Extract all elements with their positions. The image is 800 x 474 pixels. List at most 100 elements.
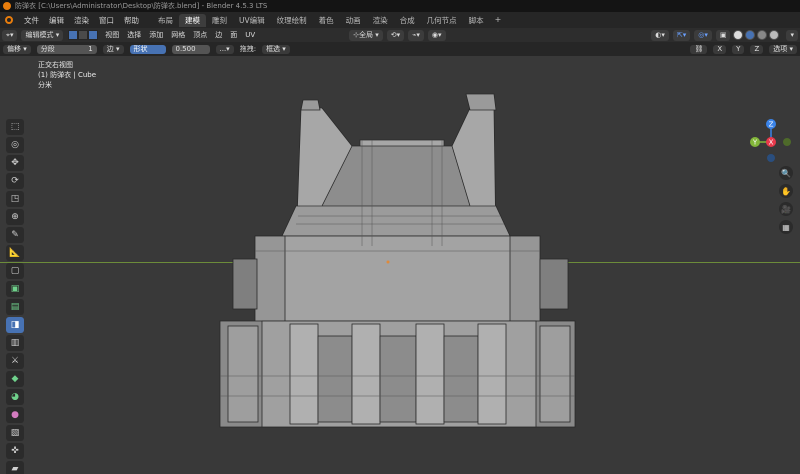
options-label: 选项 — [773, 45, 788, 53]
mirror-lock-icon[interactable]: ⛓ — [690, 44, 708, 54]
neg-z-axis-icon — [767, 154, 775, 162]
cursor-tool-icon[interactable]: ◎ — [6, 137, 24, 153]
tab-texture-paint[interactable]: 纹理绘制 — [271, 14, 313, 27]
shrink-fatten-tool-icon[interactable]: ✜ — [6, 443, 24, 459]
offset-type-select[interactable]: 偏移 ▾ — [3, 44, 31, 54]
proportional-edit-toggle[interactable]: ◉▾ — [427, 29, 446, 41]
drag-select[interactable]: 框选 ▾ — [262, 44, 290, 54]
add-workspace-button[interactable]: + — [490, 14, 507, 27]
measure-tool-icon[interactable]: 📐 — [6, 245, 24, 261]
menu-edge[interactable]: 边 — [211, 30, 226, 40]
snap-toggle[interactable]: ⌁▾ — [408, 29, 424, 41]
xray-toggle[interactable]: ▣ — [715, 29, 731, 41]
add-cube-tool-icon[interactable]: ▢ — [6, 263, 24, 279]
shear-tool-icon[interactable]: ▰ — [6, 461, 24, 474]
3d-viewport[interactable]: 正交右视图 (1) 防弹衣 | Cube 分米 ⬚ ◎ ✥ ⟳ ◳ ⊕ ✎ 📐 … — [0, 56, 800, 474]
tool-shelf: ⬚ ◎ ✥ ⟳ ◳ ⊕ ✎ 📐 ▢ ▣ ▤ ◨ ▥ ⚔ ◆ ◕ ● ▧ ✜ ▰ … — [4, 118, 26, 474]
tab-sculpt[interactable]: 雕刻 — [206, 14, 233, 27]
loop-cut-tool-icon[interactable]: ▥ — [6, 335, 24, 351]
zoom-icon[interactable]: 🔍 — [779, 166, 793, 180]
tab-uv-editing[interactable]: UV编辑 — [233, 14, 271, 27]
spin-tool-icon[interactable]: ◕ — [6, 389, 24, 405]
shading-popover[interactable]: ▾ — [786, 29, 798, 41]
smooth-tool-icon[interactable]: ● — [6, 407, 24, 423]
origin-dot — [386, 260, 390, 264]
extrude-tool-icon[interactable]: ▣ — [6, 281, 24, 297]
neg-y-axis-icon — [783, 138, 791, 146]
rotate-tool-icon[interactable]: ⟳ — [6, 173, 24, 189]
editor-type-button[interactable]: ⌖▾ — [2, 29, 18, 41]
mode-select[interactable]: 编辑模式 ▾ — [21, 29, 64, 41]
edge-slide-tool-icon[interactable]: ▧ — [6, 425, 24, 441]
navigation-gizmo[interactable]: Z Y X — [748, 114, 794, 166]
mirror-x-toggle[interactable]: X — [713, 44, 727, 54]
edge-select-icon[interactable] — [78, 30, 89, 40]
affect-select[interactable]: 边 ▾ — [102, 44, 124, 54]
top-menu-bar: 文件 编辑 渲染 窗口 帮助 布局 建模 雕刻 UV编辑 纹理绘制 着色 动画 … — [0, 12, 800, 28]
segments-label: 分段 — [40, 45, 55, 53]
tool-settings-bar: 偏移 ▾ 分段 1 边 ▾ 形状 0.500 ...▾ 拖拽: 框选 ▾ ⛓ X … — [0, 42, 800, 56]
window-title: 防弹衣 [C:\Users\Administrator\Desktop\防弹衣.… — [15, 2, 268, 10]
z-axis-label: Z — [769, 121, 774, 129]
inset-tool-icon[interactable]: ▤ — [6, 299, 24, 315]
menu-render[interactable]: 渲染 — [69, 15, 94, 26]
menu-file[interactable]: 文件 — [19, 15, 44, 26]
knife-tool-icon[interactable]: ⚔ — [6, 353, 24, 369]
viewport-header: ⌖▾ 编辑模式 ▾ 视图 选择 添加 网格 顶点 边 面 UV ⊹ 全局 ▾ ⟲… — [0, 28, 800, 42]
mirror-y-toggle[interactable]: Y — [732, 44, 745, 54]
tab-modeling[interactable]: 建模 — [179, 13, 206, 27]
annotate-tool-icon[interactable]: ✎ — [6, 227, 24, 243]
visibility-select[interactable]: ◐▾ — [651, 29, 669, 41]
orientation-label: 全局 — [359, 31, 374, 39]
tab-layout[interactable]: 布局 — [152, 14, 179, 27]
blender-menu-icon[interactable] — [4, 15, 16, 25]
overlay-toggle[interactable]: ◎▾ — [694, 29, 712, 41]
gizmo-toggle[interactable]: ⇱▾ — [672, 29, 691, 41]
material-shading-icon[interactable] — [757, 30, 768, 40]
affect-label: 边 — [106, 45, 114, 53]
options-button[interactable]: 选项 ▾ — [769, 44, 797, 54]
offset-label: 偏移 — [7, 45, 21, 53]
select-mode-group — [68, 30, 99, 40]
menu-view[interactable]: 视图 — [101, 30, 123, 40]
menu-add[interactable]: 添加 — [145, 30, 167, 40]
tab-compositing[interactable]: 合成 — [394, 14, 421, 27]
pivot-point-select[interactable]: ⟲▾ — [386, 29, 405, 41]
select-box-tool-icon[interactable]: ⬚ — [6, 119, 24, 135]
menu-edit[interactable]: 编辑 — [44, 15, 69, 26]
move-tool-icon[interactable]: ✥ — [6, 155, 24, 171]
ortho-grid-icon[interactable]: ▦ — [779, 220, 793, 234]
pan-hand-icon[interactable]: ✋ — [779, 184, 793, 198]
mirror-z-toggle[interactable]: Z — [750, 44, 764, 54]
menu-help[interactable]: 帮助 — [119, 15, 144, 26]
menu-mesh[interactable]: 网格 — [167, 30, 189, 40]
menu-vertex[interactable]: 顶点 — [189, 30, 211, 40]
rendered-shading-icon[interactable] — [769, 30, 780, 40]
shape-value-field[interactable]: 0.500 — [171, 44, 210, 54]
transform-orientation-select[interactable]: ⊹ 全局 ▾ — [349, 29, 383, 41]
vest-mesh[interactable] — [0, 56, 800, 474]
camera-view-icon[interactable]: 🎥 — [779, 202, 793, 216]
scale-tool-icon[interactable]: ◳ — [6, 191, 24, 207]
menu-window[interactable]: 窗口 — [94, 15, 119, 26]
vertex-select-icon[interactable] — [68, 30, 79, 40]
shading-mode-group — [732, 30, 780, 40]
shape-label-field[interactable]: 形状 — [129, 44, 166, 54]
wireframe-shading-icon[interactable] — [733, 30, 744, 40]
bevel-tool-icon[interactable]: ◨ — [6, 317, 24, 333]
more-options-button[interactable]: ...▾ — [215, 44, 234, 54]
tab-geometry-nodes[interactable]: 几何节点 — [421, 14, 463, 27]
menu-face[interactable]: 面 — [226, 30, 241, 40]
shape-label: 形状 — [133, 45, 148, 53]
menu-select[interactable]: 选择 — [123, 30, 145, 40]
tab-shading[interactable]: 着色 — [313, 14, 340, 27]
tab-scripting[interactable]: 脚本 — [463, 14, 490, 27]
face-select-icon[interactable] — [88, 30, 99, 40]
transform-tool-icon[interactable]: ⊕ — [6, 209, 24, 225]
menu-uv[interactable]: UV — [241, 31, 259, 39]
tab-animation[interactable]: 动画 — [340, 14, 367, 27]
poly-build-tool-icon[interactable]: ◆ — [6, 371, 24, 387]
solid-shading-icon[interactable] — [745, 30, 756, 40]
tab-rendering[interactable]: 渲染 — [367, 14, 394, 27]
segments-field[interactable]: 分段 1 — [36, 44, 97, 54]
